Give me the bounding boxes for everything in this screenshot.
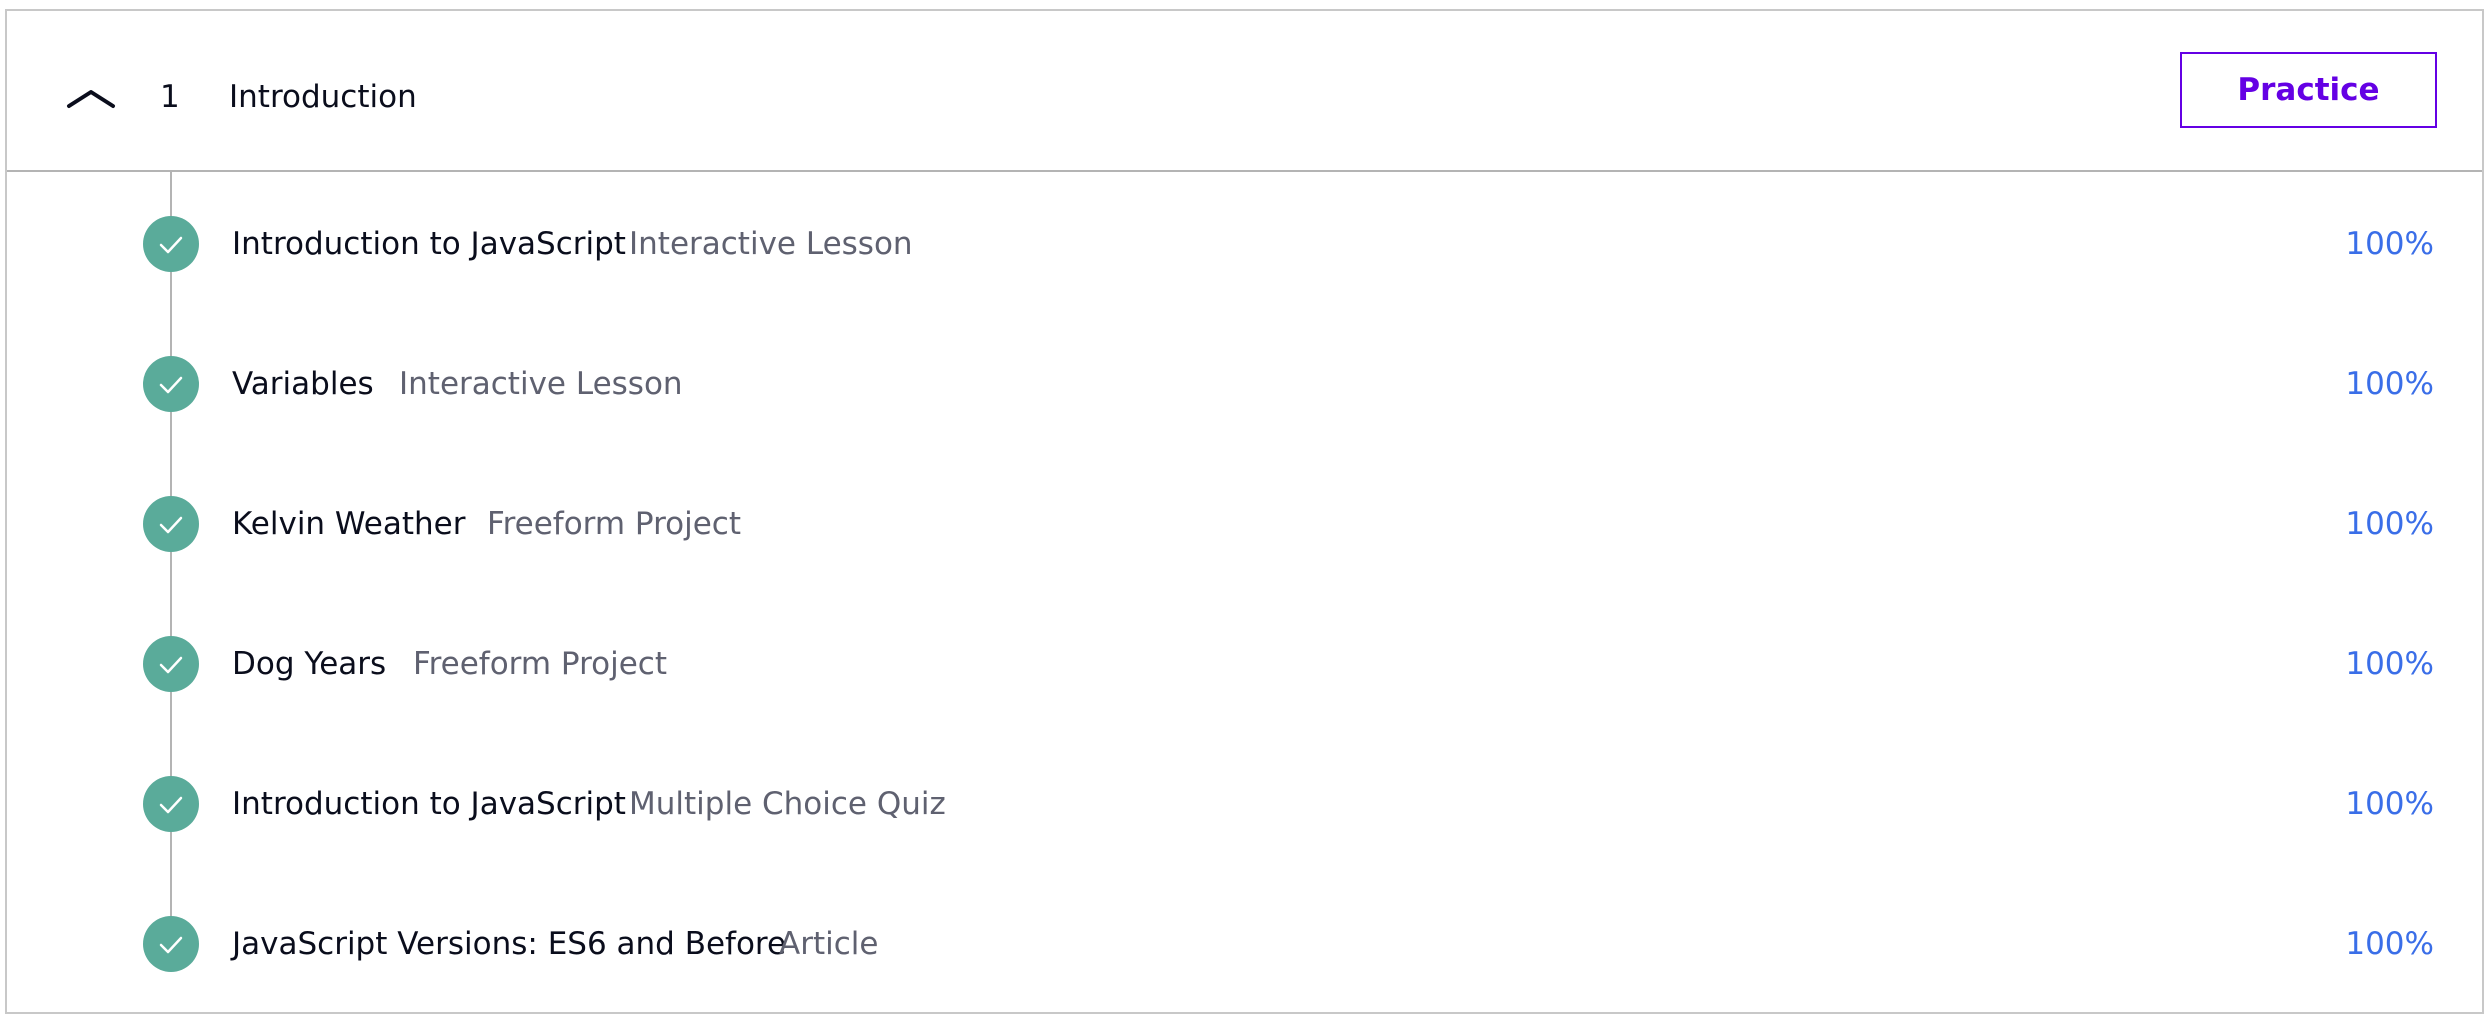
lesson-progress: 100% xyxy=(2345,926,2434,962)
lesson-type: Interactive Lesson xyxy=(629,226,913,262)
chevron-up-icon[interactable] xyxy=(59,66,123,130)
lesson-row[interactable]: Kelvin Weather Freeform Project 100% xyxy=(7,452,2482,592)
lesson-type: Freeform Project xyxy=(413,646,667,682)
lesson-progress: 100% xyxy=(2345,366,2434,402)
check-icon xyxy=(143,496,199,552)
check-icon xyxy=(143,356,199,412)
lesson-type: Multiple Choice Quiz xyxy=(629,786,946,822)
lesson-title[interactable]: Introduction to JavaScript xyxy=(232,782,626,826)
module-title: Introduction xyxy=(229,79,417,115)
check-icon xyxy=(143,776,199,832)
lesson-title[interactable]: Dog Years xyxy=(232,642,386,686)
lesson-title[interactable]: Introduction to JavaScript xyxy=(232,222,626,266)
lesson-row[interactable]: Variables Interactive Lesson 100% xyxy=(7,312,2482,452)
module-card: 1 Introduction Practice Introduction to … xyxy=(5,9,2484,1014)
lesson-row[interactable]: Introduction to JavaScript Interactive L… xyxy=(7,172,2482,312)
lesson-row[interactable]: Dog Years Freeform Project 100% xyxy=(7,592,2482,732)
lesson-progress: 100% xyxy=(2345,786,2434,822)
lesson-title[interactable]: Variables xyxy=(232,362,374,406)
module-header: 1 Introduction Practice xyxy=(7,11,2482,172)
lesson-progress: 100% xyxy=(2345,506,2434,542)
lesson-title[interactable]: Kelvin Weather xyxy=(232,502,465,546)
lesson-type: Freeform Project xyxy=(487,506,741,542)
lesson-title[interactable]: JavaScript Versions: ES6 and Before xyxy=(232,922,786,966)
lesson-row[interactable]: Introduction to JavaScript Multiple Choi… xyxy=(7,732,2482,872)
lesson-type: Article xyxy=(779,926,879,962)
check-icon xyxy=(143,916,199,972)
lesson-progress: 100% xyxy=(2345,226,2434,262)
lesson-progress: 100% xyxy=(2345,646,2434,682)
check-icon xyxy=(143,636,199,692)
lesson-row[interactable]: JavaScript Versions: ES6 and Before Arti… xyxy=(7,872,2482,1012)
lesson-type: Interactive Lesson xyxy=(399,366,683,402)
module-number: 1 xyxy=(160,79,180,115)
practice-button[interactable]: Practice xyxy=(2180,52,2437,128)
check-icon xyxy=(143,216,199,272)
